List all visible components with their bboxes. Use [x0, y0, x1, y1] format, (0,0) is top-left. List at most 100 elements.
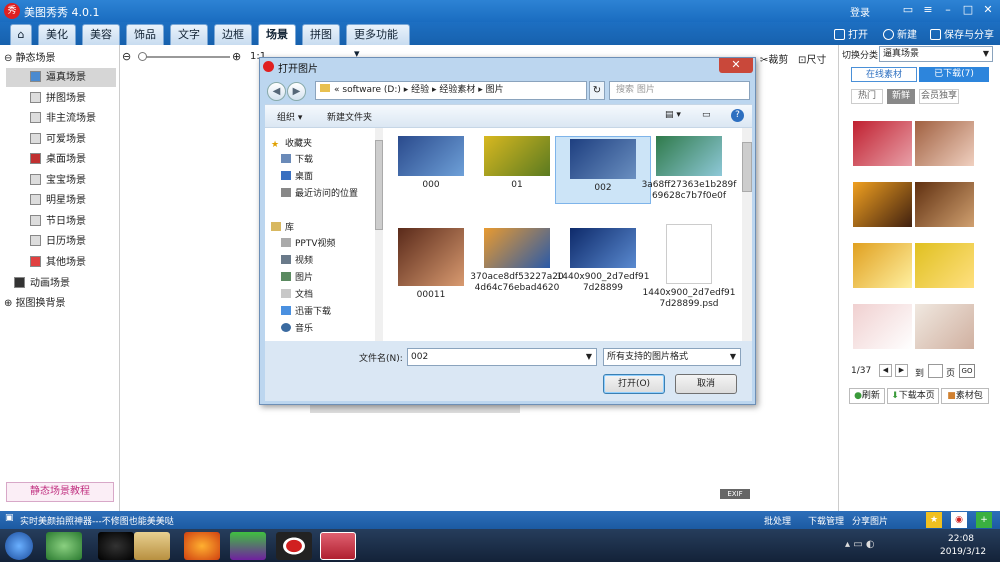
tab-online-materials[interactable]: 在线素材 [851, 67, 917, 82]
tab-scene[interactable]: 场景 [258, 24, 296, 45]
scene-item-collage[interactable]: 拼图场景 [4, 89, 86, 108]
next-page-icon[interactable]: ▶ [895, 364, 908, 377]
home-icon[interactable]: ⌂ [10, 24, 32, 45]
download-manager-button[interactable]: 下载管理 [808, 514, 844, 527]
nav-documents[interactable]: 文档 [281, 287, 313, 303]
material-thumbnail[interactable] [915, 121, 974, 166]
start-button[interactable] [5, 532, 33, 560]
help-icon[interactable]: ? [731, 109, 744, 122]
file-item[interactable]: 000 [383, 136, 479, 191]
size-button[interactable]: ⊡尺寸 [798, 51, 826, 66]
tab-face[interactable]: 美容 [82, 24, 120, 45]
breadcrumb-drive[interactable]: software (D:) [342, 85, 401, 95]
tutorial-button[interactable]: 静态场景教程 [6, 482, 114, 502]
tab-more[interactable]: 更多功能 ▾ [346, 24, 410, 60]
view-icon[interactable]: ▤ ▾ [665, 110, 681, 120]
maximize-icon[interactable]: □ [960, 3, 976, 18]
add-icon[interactable]: + [976, 512, 992, 528]
material-thumbnail[interactable] [853, 182, 912, 227]
nav-scrollbar[interactable] [375, 128, 383, 341]
new-folder-button[interactable]: 新建文件夹 [327, 110, 372, 123]
scene-item-desktop[interactable]: 桌面场景 [4, 150, 86, 169]
share-button[interactable]: 分享图片 [852, 514, 888, 527]
file-scrollbar[interactable] [742, 128, 752, 341]
filename-input[interactable]: 002 ▼ [407, 348, 597, 366]
zoom-out-icon[interactable]: ⊖ [122, 50, 136, 64]
taskbar-recorder-icon[interactable] [276, 532, 312, 560]
file-type-filter[interactable]: 所有支持的图片格式 ▼ [603, 348, 741, 366]
taskbar-explorer-icon[interactable] [134, 532, 170, 560]
taskbar-qq-icon[interactable] [98, 532, 134, 560]
nav-xunlei[interactable]: 迅雷下载 [281, 304, 331, 320]
nav-pptv[interactable]: PPTV视频 [281, 236, 336, 252]
file-item[interactable]: 1440x900_2d7edf917d28899 [555, 228, 651, 294]
file-item[interactable]: 01 [469, 136, 565, 191]
nav-pictures[interactable]: 图片 [281, 270, 313, 286]
taskbar-360-icon[interactable] [46, 532, 82, 560]
save-share-button[interactable]: 保存与分享 [930, 26, 994, 41]
exif-badge[interactable]: EXIF [720, 489, 750, 499]
batch-button[interactable]: 批处理 [764, 514, 791, 527]
tab-collage[interactable]: 拼图 [302, 24, 340, 45]
prev-page-icon[interactable]: ◀ [879, 364, 892, 377]
clock-date[interactable]: 2019/3/12 [940, 547, 986, 557]
open-button[interactable]: 打开 [834, 26, 868, 41]
refresh-button[interactable]: ●刷新 [849, 388, 885, 404]
nav-videos[interactable]: 视频 [281, 253, 313, 269]
material-thumbnail[interactable] [915, 243, 974, 288]
file-item[interactable]: 00011 [383, 228, 479, 301]
subtab-hot[interactable]: 热门 [851, 89, 883, 104]
file-item[interactable]: 3a68ff27363e1b289f69628c7b7f0e0f [641, 136, 737, 202]
material-thumbnail[interactable] [915, 182, 974, 227]
nav-desktop[interactable]: 桌面 [281, 169, 313, 185]
breadcrumb-pictures[interactable]: 图片 [486, 85, 504, 95]
taskbar-meitu-icon[interactable] [320, 532, 356, 560]
page-number-input[interactable] [928, 364, 943, 378]
nav-recent[interactable]: 最近访问的位置 [281, 186, 358, 202]
nav-music[interactable]: 音乐 [281, 321, 313, 337]
file-item[interactable]: 1440x900_2d7edf917d28899.psd [641, 224, 737, 310]
path-breadcrumb[interactable]: « software (D:) ▸ 经验 ▸ 经验素材 ▸ 图片 [315, 81, 587, 100]
menu-icon[interactable]: ≡ [920, 3, 936, 18]
breadcrumb-material[interactable]: 经验素材 [439, 85, 475, 95]
scene-item-calendar[interactable]: 日历场景 [4, 232, 86, 251]
subtab-fresh[interactable]: 新鲜 [887, 89, 915, 104]
nav-scrollbar-thumb[interactable] [375, 140, 383, 230]
material-thumbnail[interactable] [915, 304, 974, 349]
tab-text[interactable]: 文字 [170, 24, 208, 45]
search-input[interactable]: 搜索 图片 [609, 81, 750, 100]
zoom-slider[interactable] [138, 56, 230, 58]
category-select[interactable]: 逼真场景 ▼ [879, 46, 993, 62]
download-page-button[interactable]: ⬇下载本页 [887, 388, 939, 404]
tree-animated-scenes[interactable]: 动画场景 [4, 274, 70, 293]
open-dialog-button[interactable]: 打开(O) [603, 374, 665, 394]
organize-button[interactable]: 组织 ▾ [277, 110, 302, 123]
nav-downloads[interactable]: 下载 [281, 152, 313, 168]
scene-item-baby[interactable]: 宝宝场景 [4, 171, 86, 190]
status-ad-text[interactable]: 实时美颜拍照神器---不修图也能美美哒 [20, 514, 174, 527]
scene-item-star[interactable]: 明星场景 [4, 191, 86, 210]
subtab-vip[interactable]: 会员独享 [919, 89, 959, 104]
scene-item-other[interactable]: 其他场景 [4, 253, 86, 272]
login-link[interactable]: 登录 [850, 4, 870, 19]
chevron-down-icon[interactable]: ▼ [586, 349, 592, 365]
scene-item-realistic[interactable]: 逼真场景 [6, 68, 116, 87]
material-thumbnail[interactable] [853, 304, 912, 349]
back-icon[interactable]: ◀ [267, 82, 286, 101]
go-button[interactable]: GO [959, 364, 975, 378]
file-scrollbar-thumb[interactable] [742, 142, 752, 192]
material-thumbnail[interactable] [853, 243, 912, 288]
material-thumbnail[interactable] [853, 121, 912, 166]
scene-item-nonmainstream[interactable]: 非主流场景 [4, 109, 96, 128]
scene-item-cute[interactable]: 可爱场景 [4, 130, 86, 149]
zoom-slider-thumb[interactable] [138, 52, 147, 61]
dialog-close-icon[interactable]: ✕ [719, 58, 753, 73]
zoom-in-icon[interactable]: ⊕ [232, 50, 241, 63]
tab-accessories[interactable]: 饰品 [126, 24, 164, 45]
new-button[interactable]: 新建 [883, 26, 917, 41]
cancel-button[interactable]: 取消 [675, 374, 737, 394]
refresh-icon[interactable]: ↻ [589, 81, 605, 100]
tab-downloaded[interactable]: 已下载(7) [919, 67, 989, 82]
forward-icon[interactable]: ▶ [287, 82, 306, 101]
nav-libraries[interactable]: 库 [271, 220, 294, 236]
